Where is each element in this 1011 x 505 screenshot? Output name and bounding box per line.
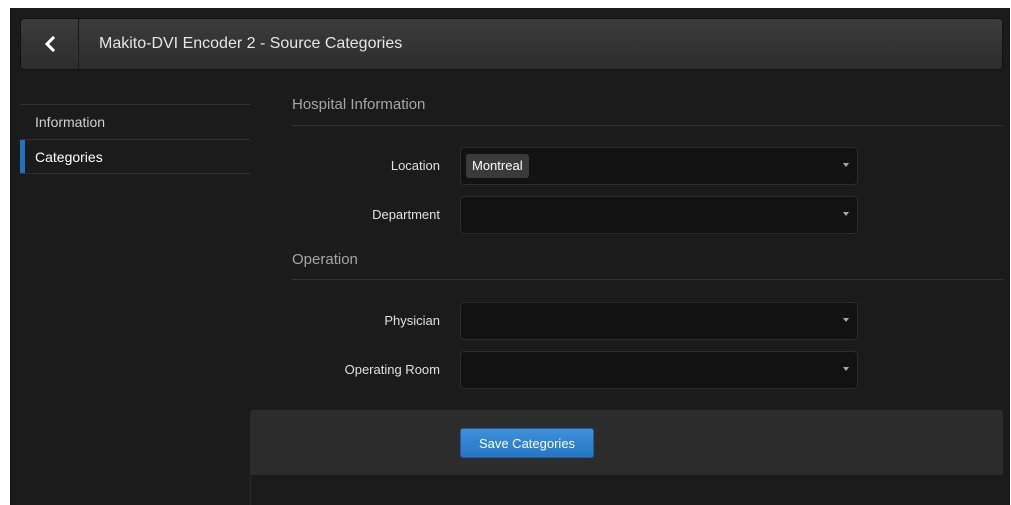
physician-label: Physician — [384, 313, 440, 328]
save-categories-button[interactable]: Save Categories — [460, 428, 594, 458]
sidebar-nav: Information Categories — [20, 104, 250, 174]
section-title-hospital: Hospital Information — [292, 96, 426, 113]
department-label: Department — [372, 207, 440, 222]
sidebar-item-information[interactable]: Information — [20, 104, 250, 139]
caret-down-icon — [843, 212, 849, 216]
caret-down-icon — [843, 163, 849, 167]
location-label: Location — [390, 158, 440, 173]
caret-down-icon — [843, 367, 849, 371]
section-divider — [292, 125, 1003, 126]
sidebar-item-categories[interactable]: Categories — [20, 139, 250, 174]
location-select[interactable]: Montreal — [460, 147, 858, 185]
section-title-operation: Operation — [292, 251, 358, 268]
app-window: Makito-DVI Encoder 2 - Source Categories… — [10, 8, 1010, 505]
back-button[interactable] — [21, 19, 79, 69]
caret-down-icon — [843, 318, 849, 322]
location-selected-chip[interactable]: Montreal — [466, 154, 529, 178]
sidebar-item-label: Categories — [35, 149, 103, 165]
page-header: Makito-DVI Encoder 2 - Source Categories — [20, 18, 1003, 70]
department-select[interactable] — [460, 196, 858, 234]
section-divider — [292, 279, 1003, 280]
content-divider — [250, 473, 251, 505]
chevron-left-icon — [44, 36, 55, 52]
page-title: Makito-DVI Encoder 2 - Source Categories — [99, 35, 403, 52]
physician-select[interactable] — [460, 302, 858, 340]
operating-room-label: Operating Room — [344, 362, 440, 377]
operating-room-select[interactable] — [460, 351, 858, 389]
form-actions-bar: Save Categories — [250, 410, 1003, 475]
sidebar-item-label: Information — [35, 114, 106, 130]
